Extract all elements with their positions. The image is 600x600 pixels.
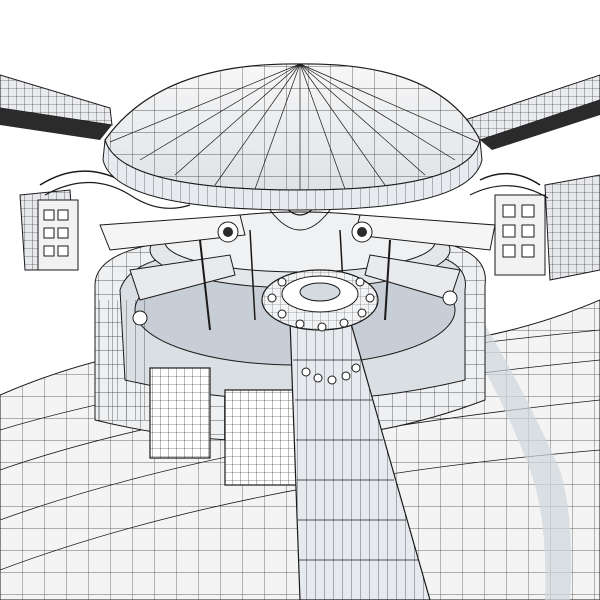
wireframe-render (0, 0, 600, 600)
rotor-dome (102, 63, 483, 211)
rotor-hub-svg (0, 63, 600, 600)
